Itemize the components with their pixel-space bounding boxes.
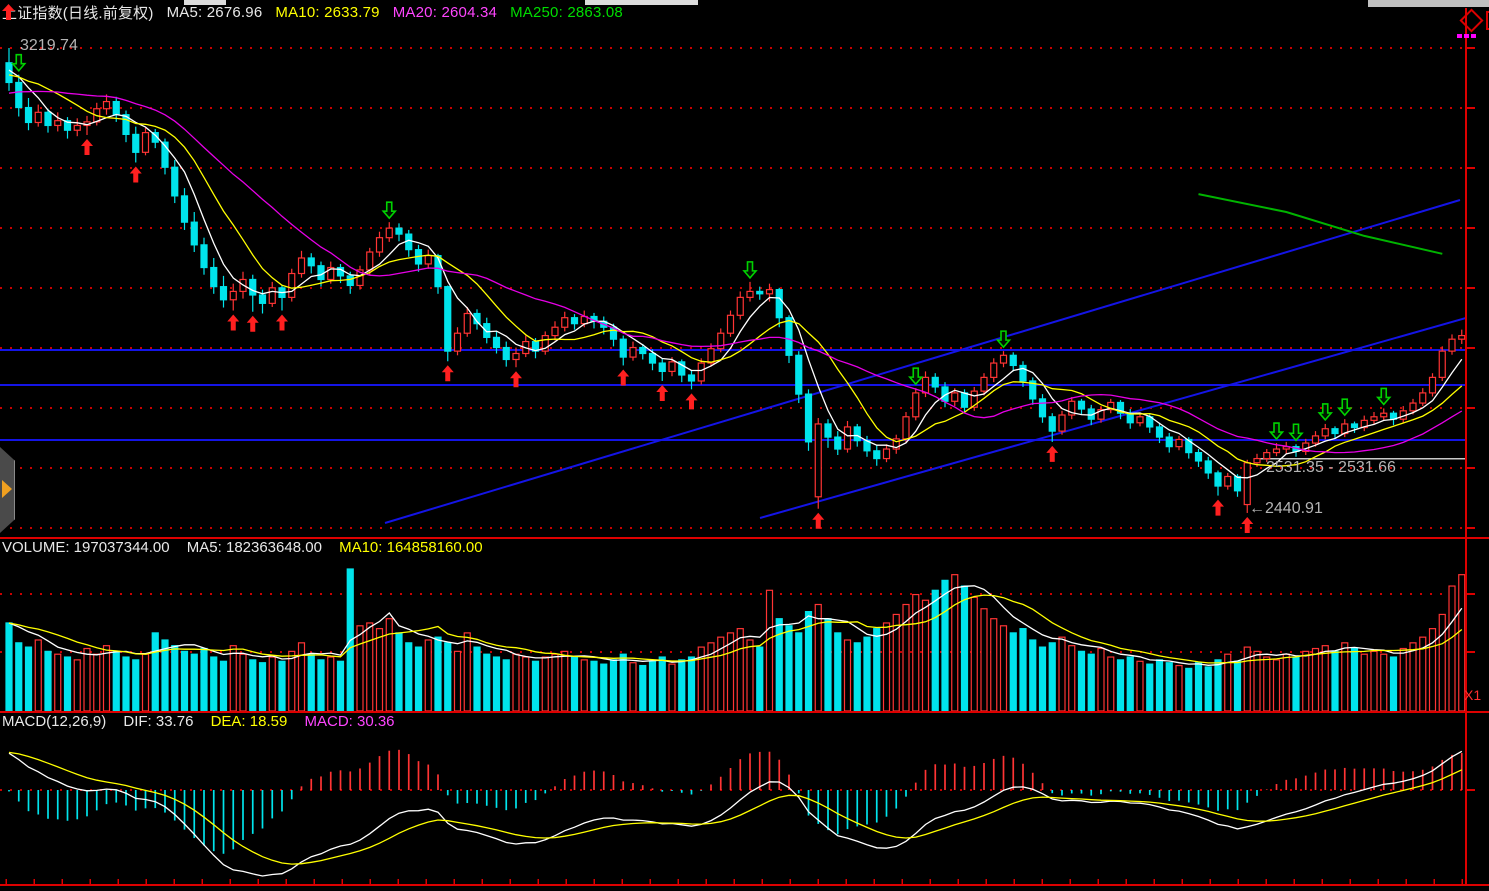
main-chart-canvas[interactable] — [0, 0, 1466, 537]
ma10-value: MA10: 2633.79 — [275, 4, 379, 21]
volume-value: VOLUME: 197037344.00 — [2, 539, 170, 556]
time-axis — [0, 876, 1489, 891]
ma5-value: MA5: 2676.96 — [167, 4, 263, 21]
window-edge-fragment — [184, 0, 226, 5]
volume-ma5-value: MA5: 182363648.00 — [187, 539, 322, 556]
price-range-label: 2531.35 - 2531.66 — [1266, 459, 1396, 477]
zoom-level-label: X1 — [1464, 687, 1481, 703]
main-chart-header: 上证指数(日线.前复权) MA5: 2676.96 MA10: 2633.79 … — [2, 2, 636, 22]
window-edge-fragment — [1368, 0, 1489, 7]
price-axis — [1464, 0, 1487, 891]
macd-value: MACD: 30.36 — [304, 713, 394, 730]
symbol-title: 上证指数(日线.前复权) — [2, 2, 154, 23]
ma250-value: MA250: 2863.08 — [510, 4, 623, 21]
trading-terminal-screen: 上证指数(日线.前复权) MA5: 2676.96 MA10: 2633.79 … — [0, 0, 1489, 891]
volume-chart-canvas[interactable] — [0, 558, 1466, 711]
trend-up-arrow-icon — [2, 4, 15, 20]
low-price-label: ←2440.91 — [1249, 500, 1323, 518]
macd-name: MACD(12,26,9) — [2, 713, 106, 730]
expand-arrow-icon — [2, 480, 12, 498]
ma20-value: MA20: 2604.34 — [393, 4, 497, 21]
macd-header: MACD(12,26,9) DIF: 33.76 DEA: 18.59 MACD… — [2, 713, 408, 730]
dea-value: DEA: 18.59 — [211, 713, 288, 730]
window-edge-fragment — [585, 0, 698, 5]
volume-header: VOLUME: 197037344.00 MA5: 182363648.00 M… — [2, 539, 496, 556]
macd-chart-canvas[interactable] — [0, 735, 1466, 884]
dif-value: DIF: 33.76 — [123, 713, 193, 730]
left-panel-expand-handle[interactable] — [0, 447, 15, 533]
ellipsis-icon[interactable] — [1457, 34, 1479, 39]
high-price-label: 3219.74 — [20, 37, 78, 55]
volume-ma10-value: MA10: 164858160.00 — [339, 539, 482, 556]
